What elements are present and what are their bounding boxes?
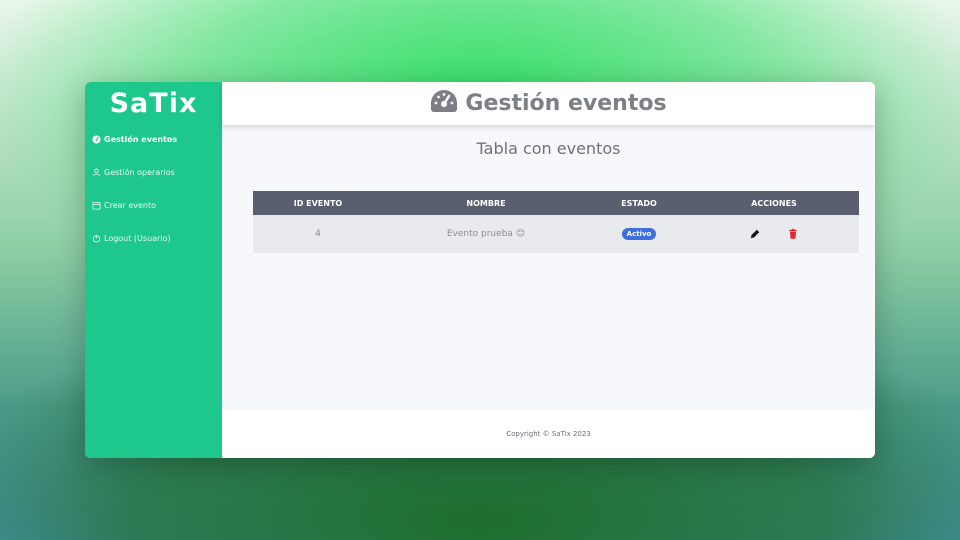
sidebar-item-label: Gestión operarios bbox=[104, 167, 175, 177]
sidebar-item-label: Crear evento bbox=[104, 200, 157, 210]
sidebar-item-gestion-operarios[interactable]: Gestión operarios bbox=[91, 163, 175, 181]
power-icon bbox=[91, 233, 101, 243]
events-table: ID EVENTO NOMBRE ESTADO ACCIONES 4 Event… bbox=[253, 191, 859, 253]
gauge-icon bbox=[430, 89, 458, 119]
user-icon bbox=[91, 167, 101, 177]
topbar: Gestión eventos bbox=[222, 82, 875, 125]
copyright-text: Copyright © SaTix 2023 bbox=[506, 430, 591, 438]
sidebar-item-crear-evento[interactable]: Crear evento bbox=[91, 196, 156, 214]
sidebar-item-logout[interactable]: Logout (Usuario) bbox=[91, 229, 171, 247]
column-header-id[interactable]: ID EVENTO bbox=[253, 191, 383, 215]
delete-icon[interactable] bbox=[787, 228, 799, 240]
app-logo[interactable]: SaTix bbox=[85, 88, 222, 119]
actions-cell bbox=[689, 215, 859, 253]
sidebar: SaTix Gestión eventos Gestión operarios … bbox=[85, 82, 222, 458]
status-badge: Activo bbox=[621, 228, 657, 240]
event-id: 4 bbox=[315, 229, 321, 239]
sidebar-item-label: Gestión eventos bbox=[104, 134, 178, 144]
table-header-row: ID EVENTO NOMBRE ESTADO ACCIONES bbox=[253, 191, 859, 215]
app-window: SaTix Gestión eventos Gestión operarios … bbox=[85, 82, 875, 458]
edit-icon[interactable] bbox=[749, 228, 761, 240]
footer: Copyright © SaTix 2023 bbox=[222, 410, 875, 458]
status-cell: Activo bbox=[589, 215, 689, 253]
column-header-acciones[interactable]: ACCIONES bbox=[689, 191, 859, 215]
gauge-icon bbox=[91, 134, 101, 144]
table-row: 4 Evento prueba 😊 Activo bbox=[253, 215, 859, 253]
table-title: Tabla con eventos bbox=[476, 139, 621, 158]
sidebar-item-label: Logout (Usuario) bbox=[104, 233, 171, 243]
column-header-nombre[interactable]: NOMBRE bbox=[383, 191, 589, 215]
main-content: Gestión eventos Tabla con eventos ID EVE… bbox=[222, 82, 875, 458]
page-title-text: Gestión eventos bbox=[465, 91, 667, 116]
event-name: Evento prueba 😊 bbox=[446, 229, 526, 239]
column-header-estado[interactable]: ESTADO bbox=[589, 191, 689, 215]
page-title: Gestión eventos bbox=[430, 89, 667, 119]
calendar-icon bbox=[91, 200, 101, 210]
sidebar-item-gestion-eventos[interactable]: Gestión eventos bbox=[91, 130, 177, 148]
